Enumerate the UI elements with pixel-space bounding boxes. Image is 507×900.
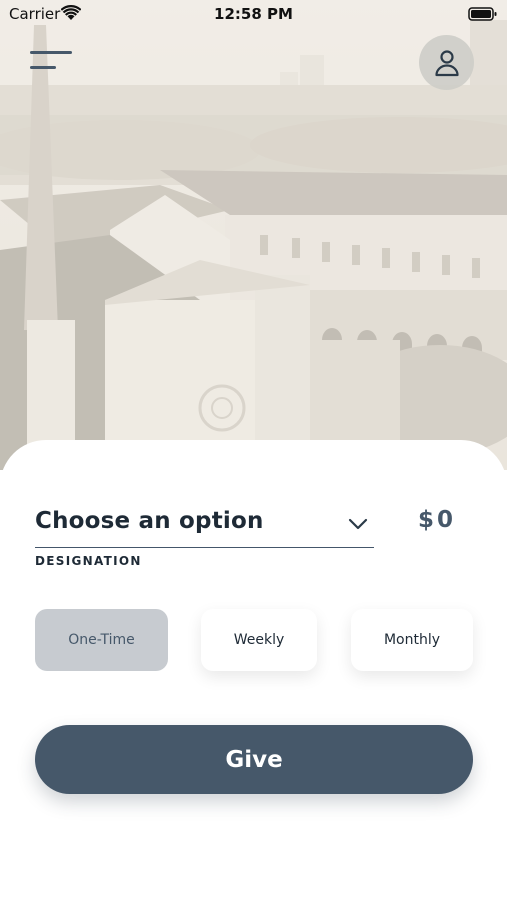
give-button[interactable]: Give bbox=[35, 725, 473, 794]
person-icon bbox=[434, 49, 459, 76]
hamburger-menu-icon[interactable] bbox=[30, 48, 76, 76]
battery-icon bbox=[468, 6, 498, 26]
menu-line-top bbox=[30, 51, 72, 54]
designation-value: Choose an option bbox=[35, 508, 264, 534]
clock-time: 12:58 PM bbox=[214, 5, 293, 23]
menu-line-bottom bbox=[30, 66, 56, 69]
designation-label: DESIGNATION bbox=[35, 554, 142, 568]
designation-dropdown[interactable]: Choose an option bbox=[35, 508, 374, 548]
status-bar: Carrier 12:58 PM bbox=[0, 0, 507, 30]
frequency-monthly-button[interactable]: Monthly bbox=[351, 609, 473, 671]
frequency-weekly-button[interactable]: Weekly bbox=[201, 609, 317, 671]
frequency-one-time-button[interactable]: One-Time bbox=[35, 609, 168, 671]
amount-input[interactable]: $0 bbox=[418, 507, 456, 533]
giving-form-sheet: Choose an option DESIGNATION $0 One-Time… bbox=[0, 440, 507, 900]
chevron-down-icon bbox=[348, 516, 368, 535]
profile-button[interactable] bbox=[419, 35, 474, 90]
